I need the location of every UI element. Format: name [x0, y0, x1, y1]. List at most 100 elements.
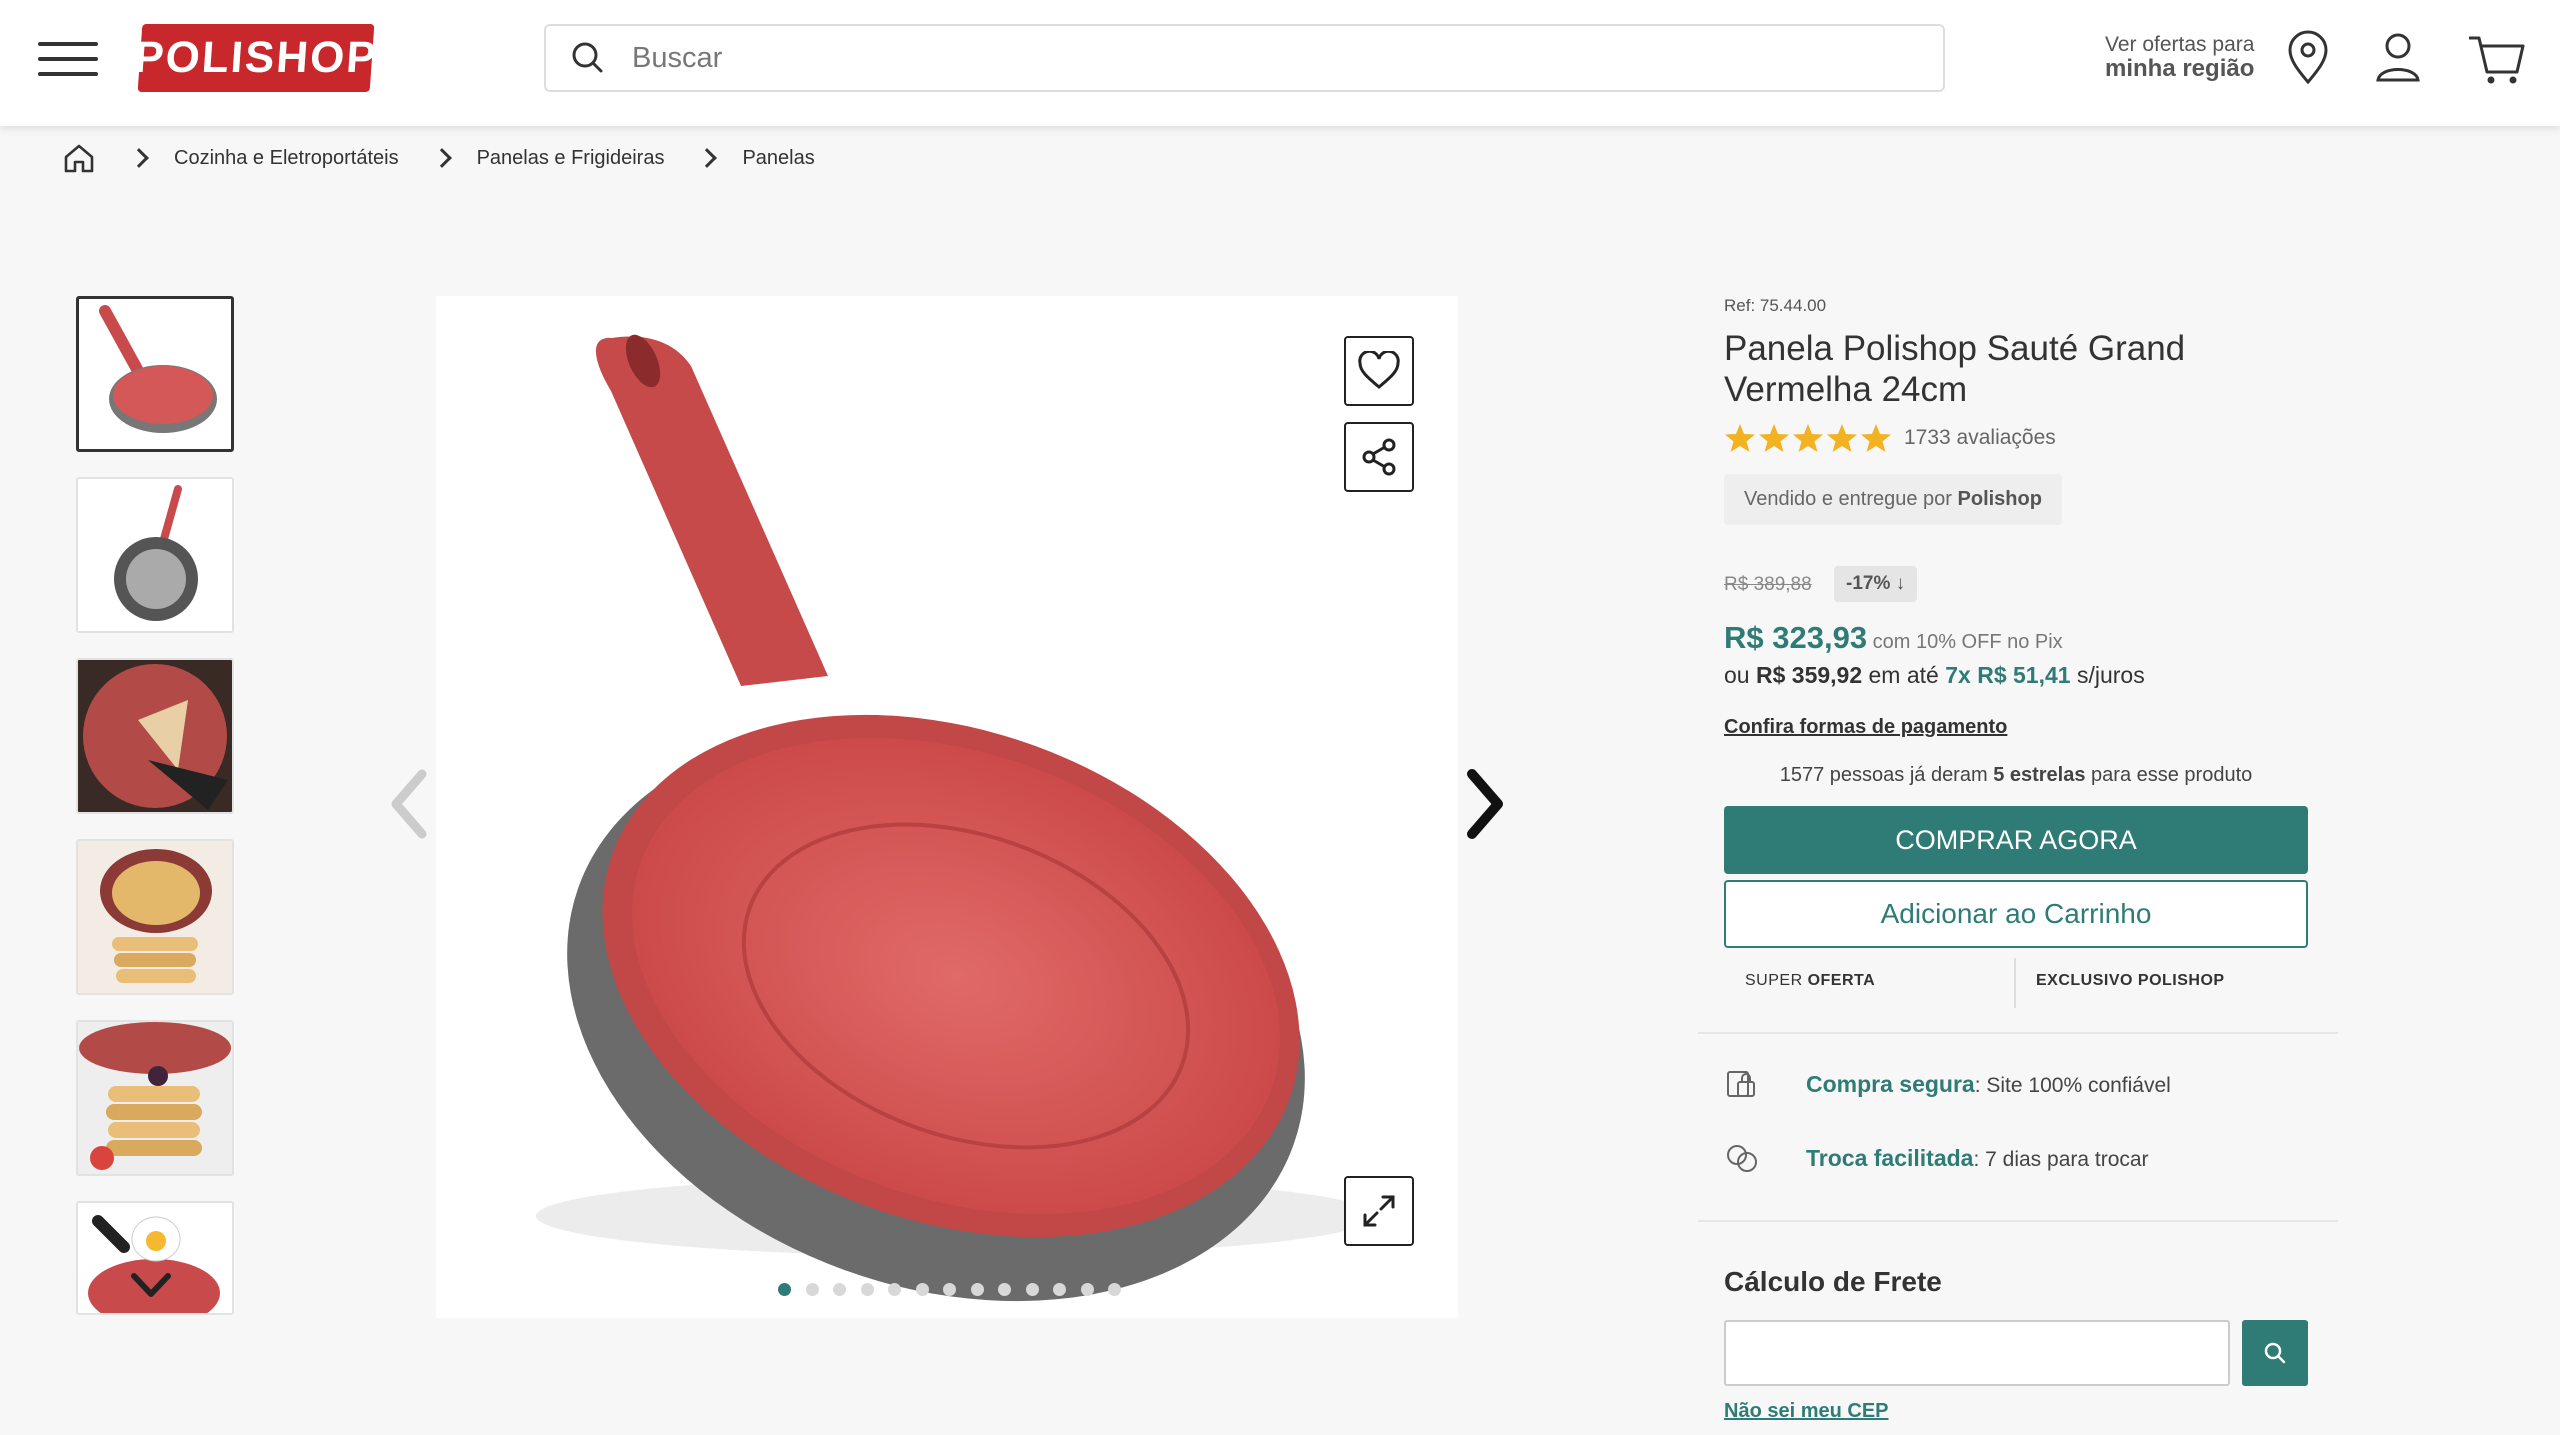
- pagination-dot[interactable]: [1053, 1283, 1066, 1296]
- thumbnail-4[interactable]: [76, 839, 234, 995]
- pagination-dot[interactable]: [805, 1283, 819, 1296]
- expand-icon: [1363, 1195, 1395, 1227]
- favorite-button[interactable]: [1344, 336, 1414, 406]
- pan-illustration: [536, 334, 1376, 1302]
- social-proof: 1577 pessoas já deram 5 estrelas para es…: [1724, 764, 2308, 787]
- polishop-logo[interactable]: POLISHOP: [133, 24, 379, 92]
- pagination-dot[interactable]: [943, 1283, 956, 1296]
- social-prefix: 1577 pessoas já deram: [1779, 764, 1994, 786]
- feature-troca-facilitada: Troca facilitada: 7 dias para trocar: [1724, 1140, 2149, 1176]
- pix-price: R$ 323,93 com 10% OFF no Pix: [1724, 620, 2063, 656]
- chevron-down-icon[interactable]: [128, 1262, 174, 1308]
- thumbnail-list: [76, 296, 236, 1340]
- star-icon: [1725, 424, 1755, 452]
- product-rating[interactable]: 1733 avaliações: [1724, 422, 2324, 454]
- pagination-dot[interactable]: [970, 1283, 984, 1296]
- exchange-icon: [1727, 1145, 1757, 1172]
- pagination-dot[interactable]: [998, 1283, 1011, 1296]
- pagination-dot[interactable]: [860, 1283, 874, 1296]
- chevron-right-icon: [129, 148, 149, 168]
- feature2-bold: Troca facilitada: [1806, 1144, 1974, 1171]
- shipping-title: Cálculo de Frete: [1724, 1266, 1942, 1297]
- pagination-dot[interactable]: [1025, 1283, 1039, 1296]
- review-count: 1733 avaliações: [1904, 426, 2056, 449]
- product-details: Ref: 75.44.00 Panela Polishop Sauté Gran…: [1698, 296, 2338, 1422]
- home-icon[interactable]: [62, 142, 96, 174]
- region-line2: minha região: [2105, 55, 2255, 82]
- feature-compra-segura: Compra segura: Site 100% confiável: [1724, 1066, 2171, 1102]
- region-line1: Ver ofertas para: [2105, 33, 2255, 56]
- search-icon: [2264, 1342, 2286, 1364]
- social-bold: 5 estrelas: [1993, 764, 2086, 786]
- arrow-down-icon: ↓: [1895, 573, 1906, 594]
- product-ref: Ref: 75.44.00: [1724, 296, 1827, 315]
- previous-image-arrow-icon[interactable]: [380, 764, 440, 844]
- main-product-image: [436, 296, 1458, 1318]
- seller-prefix: Vendido e entregue por: [1744, 488, 1958, 510]
- exclusivo-badge: EXCLUSIVO POLISHOP: [2036, 972, 2225, 989]
- next-image-arrow-icon[interactable]: [1456, 764, 1516, 844]
- buy-now-button[interactable]: COMPRAR AGORA: [1724, 806, 2308, 874]
- thumbnail-1[interactable]: [76, 296, 234, 452]
- product-badges: SUPER OFERTA EXCLUSIVO POLISHOP: [1724, 958, 2308, 1008]
- feature1-text: : Site 100% confiável: [1974, 1073, 2171, 1097]
- pagination-dot[interactable]: [1080, 1283, 1094, 1296]
- star-icon: [1827, 424, 1857, 452]
- search-bar[interactable]: [544, 24, 1945, 92]
- price-value: R$ 323,93: [1724, 620, 1868, 655]
- discount-badge: -17% ↓: [1834, 566, 1918, 602]
- shopping-cart-icon[interactable]: [2465, 28, 2529, 88]
- expand-image-button[interactable]: [1344, 1176, 1414, 1246]
- pagination-dot[interactable]: [915, 1283, 929, 1296]
- cep-input[interactable]: [1724, 1320, 2230, 1386]
- pagination-dot[interactable]: [888, 1283, 901, 1296]
- pix-note: com 10% OFF no Pix: [1867, 631, 2063, 653]
- pagination-dot[interactable]: [1108, 1283, 1121, 1296]
- menu-icon[interactable]: [38, 42, 98, 76]
- image-pagination: [778, 1283, 1136, 1296]
- breadcrumb-item-panelas[interactable]: Panelas: [742, 147, 814, 170]
- thumbnail-5[interactable]: [76, 1020, 234, 1176]
- thumbnail-3[interactable]: [76, 658, 234, 814]
- search-input[interactable]: [632, 41, 1832, 75]
- seller-info: Vendido e entregue por Polishop: [1724, 474, 2062, 525]
- install-plan: 7x R$ 51,41: [1945, 662, 2071, 688]
- feature2-text: : 7 dias para trocar: [1973, 1147, 2149, 1171]
- heart-icon: [1358, 351, 1400, 389]
- seller-name: Polishop: [1957, 488, 2042, 510]
- thumbnail-2[interactable]: [76, 477, 234, 633]
- divider: [1698, 1220, 2338, 1222]
- region-selector[interactable]: Ver ofertas para minha região: [2105, 34, 2254, 81]
- super-oferta-badge: SUPER OFERTA: [1724, 958, 2016, 1008]
- product-title: Panela Polishop Sauté Grand Vermelha 24c…: [1724, 329, 2186, 409]
- chevron-right-icon: [697, 148, 718, 168]
- payment-methods-link[interactable]: Confira formas de pagamento: [1724, 716, 2007, 739]
- install-total: R$ 359,92: [1755, 662, 1863, 688]
- star-icon: [1861, 424, 1891, 452]
- divider: [1698, 1032, 2338, 1034]
- pagination-dot[interactable]: [778, 1283, 791, 1296]
- share-button[interactable]: [1344, 422, 1414, 492]
- breadcrumb: Cozinha e Eletroportáteis Panelas e Frig…: [62, 138, 815, 178]
- search-icon[interactable]: [568, 38, 608, 78]
- discount-value: -17%: [1846, 573, 1891, 594]
- dont-know-cep-link[interactable]: Não sei meu CEP: [1724, 1400, 1889, 1423]
- social-suffix: para esse produto: [2085, 764, 2253, 786]
- badge1-a: SUPER: [1745, 972, 1808, 989]
- star-icon: [1759, 424, 1789, 452]
- pagination-dot[interactable]: [833, 1283, 846, 1296]
- add-to-cart-button[interactable]: Adicionar ao Carrinho: [1724, 880, 2308, 948]
- cep-search-button[interactable]: [2242, 1320, 2308, 1386]
- install-mid: em até: [1862, 662, 1946, 688]
- installments: ou R$ 359,92 em até 7x R$ 51,41 s/juros: [1724, 662, 2145, 689]
- chevron-right-icon: [431, 148, 452, 168]
- site-header: POLISHOP Ver ofertas para minha região: [0, 0, 2560, 126]
- secure-purchase-icon: [1727, 1071, 1755, 1097]
- breadcrumb-item-panelas-frigideiras[interactable]: Panelas e Frigideiras: [477, 147, 665, 170]
- location-pin-icon[interactable]: [2280, 28, 2336, 88]
- breadcrumb-item-cozinha[interactable]: Cozinha e Eletroportáteis: [174, 147, 399, 170]
- user-account-icon[interactable]: [2370, 28, 2426, 88]
- star-rating: [1724, 422, 1894, 454]
- install-suffix: s/juros: [2070, 662, 2145, 688]
- star-icon: [1793, 424, 1823, 452]
